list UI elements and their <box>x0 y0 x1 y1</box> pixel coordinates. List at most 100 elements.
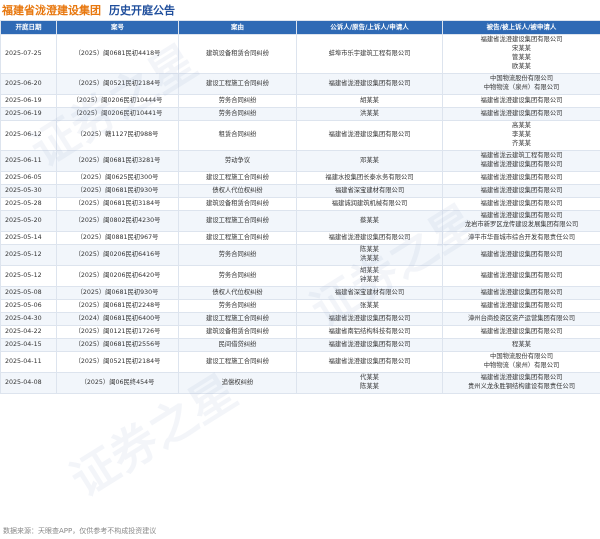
cell-case-no: （2025）闽0681民初3184号 <box>56 197 179 211</box>
column-header-defendant: 被告/被上诉人/被申请人 <box>442 20 600 35</box>
cell-plaintiff: 福建省泷澄建设集团有限公司 <box>296 338 443 352</box>
cell-defendant: 福建省泷澄建设集团有限公司 <box>442 107 600 121</box>
cell-cause: 追偿权纠纷 <box>178 372 297 394</box>
cell-date: 2025-04-11 <box>0 351 57 373</box>
cell-defendant: 福建省泷澄建设集团有限公司 <box>442 325 600 339</box>
cell-cause: 建设工程施工合同纠纷 <box>178 312 297 326</box>
party-name: 邓某某 <box>360 156 379 164</box>
party-name: 福建省泷澄建设集团有限公司 <box>480 212 563 220</box>
party-name: 程某某 <box>512 340 531 348</box>
table-row: 2025-05-28 （2025）闽0681民初3184号 建筑设备租赁合同纠纷 福建… <box>0 197 600 211</box>
cell-defendant: 福建省泷澄建设集团有限公司 <box>442 299 600 313</box>
court-notice-table: 开庭日期 案号 案由 公诉人/原告/上诉人/申请人 被告/被上诉人/被申请人 2… <box>0 20 600 394</box>
party-name: 福建省泷澄建设集团有限公司 <box>328 340 411 348</box>
cell-defendant: 福建省泷澄建设集团有限公司 <box>442 265 600 287</box>
party-name: 福建省泷澄建设集团有限公司 <box>480 186 563 194</box>
cell-case-no: （2025）闽0881民初967号 <box>56 231 179 245</box>
cell-date: 2025-06-12 <box>0 120 57 151</box>
company-name: 福建省泷澄建设集团 <box>2 4 101 17</box>
party-name: 张某某 <box>360 301 379 309</box>
cell-date: 2025-04-30 <box>0 312 57 326</box>
cell-case-no: （2025）闽0521民初2184号 <box>56 351 179 373</box>
cell-cause: 债权人代位权纠纷 <box>178 286 297 300</box>
party-name: 李某某 <box>512 131 531 139</box>
party-name: 福建省泷澄建设集团有限公司 <box>328 131 411 139</box>
table-row: 2025-06-20 （2025）闽0521民初2184号 建设工程施工合同纠纷 福建… <box>0 73 600 95</box>
party-name: 福建省泷澄建设集团有限公司 <box>328 357 411 365</box>
cell-defendant: 福建省泷澄建设集团有限公司 <box>442 244 600 266</box>
cell-case-no: （2024）闽0681民初6400号 <box>56 312 179 326</box>
cell-date: 2025-05-20 <box>0 210 57 232</box>
cell-plaintiff: 福建省泷澄建设集团有限公司 <box>296 73 443 95</box>
cell-case-no: （2025）赣1127民初988号 <box>56 120 179 151</box>
cell-plaintiff: 福建省深宝建材有限公司 <box>296 286 443 300</box>
party-name: 漳平市华晋城市综合开发有限责任公司 <box>467 233 576 241</box>
cell-case-no: （2025）闽0681民初930号 <box>56 286 179 300</box>
party-name: 高某某 <box>512 122 531 130</box>
cell-plaintiff: 福建省南铝结构科技有限公司 <box>296 325 443 339</box>
cell-plaintiff: 张某某 <box>296 299 443 313</box>
cell-cause: 建筑设备租赁合同纠纷 <box>178 325 297 339</box>
cell-case-no: （2025）闽0206民初10444号 <box>56 94 179 108</box>
table-row: 2025-05-06 （2025）闽0681民初2248号 劳务合同纠纷 张某某 福建省… <box>0 299 600 313</box>
party-name: 钟某某 <box>360 276 379 283</box>
cell-case-no: （2025）闽0802民初4230号 <box>56 210 179 232</box>
page-subtitle: 历史开庭公告 <box>109 4 175 17</box>
cell-case-no: （2025）闽0121民初1726号 <box>56 325 179 339</box>
cell-cause: 劳务合同纠纷 <box>178 244 297 266</box>
party-name: 管某某 <box>512 54 531 61</box>
party-name: 中物物流（泉州）有限公司 <box>483 362 560 369</box>
party-name: 福建省泷澄建设集团有限公司 <box>480 173 563 181</box>
cell-cause: 劳务合同纠纷 <box>178 265 297 287</box>
party-name: 福建省泷澄建设集团有限公司 <box>480 199 563 207</box>
party-name: 福建省泷云建筑工程有限公司 <box>480 152 563 160</box>
cell-plaintiff: 福建诚润建筑机械有限公司 <box>296 197 443 211</box>
cell-defendant: 福建省泷澄建设集团有限公司 龙岩市新罗区龙传建设发展集团有限公司 <box>442 210 600 232</box>
party-name: 胡某某 <box>360 96 379 104</box>
cell-cause: 建设工程施工合同纠纷 <box>178 351 297 373</box>
cell-case-no: （2025）闽0625民初300号 <box>56 171 179 185</box>
party-name: 齐某某 <box>512 139 531 147</box>
cell-cause: 劳务合同纠纷 <box>178 94 297 108</box>
cell-date: 2025-05-12 <box>0 265 57 287</box>
cell-defendant: 中国物流股份有限公司 中物物流（泉州）有限公司 <box>442 351 600 373</box>
party-name: 福建水投集团长泰水务有限公司 <box>325 173 414 181</box>
cell-case-no: （2025）闽0521民初2184号 <box>56 73 179 95</box>
cell-cause: 建筑设备租赁合同纠纷 <box>178 34 297 74</box>
party-name: 福建省泷澄建设集团有限公司 <box>480 271 563 279</box>
cell-plaintiff: 福建省泷澄建设集团有限公司 <box>296 351 443 373</box>
cell-cause: 劳务合同纠纷 <box>178 107 297 121</box>
party-name: 漳州台商投资区资产运营集团有限公司 <box>467 314 576 322</box>
cell-case-no: （2025）闽0206民初6416号 <box>56 244 179 266</box>
party-name: 洪某某 <box>360 109 379 117</box>
column-header-date: 开庭日期 <box>0 20 57 35</box>
cell-cause: 建设工程施工合同纠纷 <box>178 210 297 232</box>
cell-defendant: 福建省泷澄建设集团有限公司 <box>442 184 600 198</box>
cell-plaintiff: 蔡某某 <box>296 210 443 232</box>
cell-plaintiff: 福建省泷澄建设集团有限公司 <box>296 120 443 151</box>
cell-plaintiff: 代某某 陈某某 <box>296 372 443 394</box>
table-row: 2025-04-15 （2025）闽0681民初2556号 民间借贷纠纷 福建省泷澄建… <box>0 338 600 352</box>
data-source-note: 数据来源：天眼查APP，仅供参考不构成投资建议 <box>3 527 157 535</box>
table-row: 2025-05-08 （2025）闽0681民初930号 债权人代位权纠纷 福建省深宝… <box>0 286 600 300</box>
column-header-cause: 案由 <box>178 20 297 35</box>
party-name: 蔡某某 <box>360 216 379 224</box>
table-row: 2025-05-20 （2025）闽0802民初4230号 建设工程施工合同纠纷 蔡某… <box>0 210 600 232</box>
table-header-row: 开庭日期 案号 案由 公诉人/原告/上诉人/申请人 被告/被上诉人/被申请人 <box>0 20 600 35</box>
cell-defendant: 程某某 <box>442 338 600 352</box>
cell-date: 2025-04-15 <box>0 338 57 352</box>
table-row: 2025-04-11 （2025）闽0521民初2184号 建设工程施工合同纠纷 福建… <box>0 351 600 373</box>
cell-defendant: 漳州台商投资区资产运营集团有限公司 <box>442 312 600 326</box>
cell-case-no: （2025）闽0206民初6420号 <box>56 265 179 287</box>
column-header-case-no: 案号 <box>56 20 179 35</box>
party-name: 福建省深宝建材有限公司 <box>334 288 405 296</box>
cell-cause: 劳务合同纠纷 <box>178 299 297 313</box>
cell-cause: 租赁合同纠纷 <box>178 120 297 151</box>
table-row: 2025-07-25 （2025）闽0681民初4418号 建筑设备租赁合同纠纷 蚌埠… <box>0 34 600 74</box>
cell-plaintiff: 福建省泷澄建设集团有限公司 <box>296 312 443 326</box>
cell-date: 2025-05-28 <box>0 197 57 211</box>
cell-date: 2025-06-19 <box>0 94 57 108</box>
cell-date: 2025-05-12 <box>0 244 57 266</box>
cell-plaintiff: 福建省深宝建材有限公司 <box>296 184 443 198</box>
party-name: 福建省泷澄建设集团有限公司 <box>480 161 563 168</box>
